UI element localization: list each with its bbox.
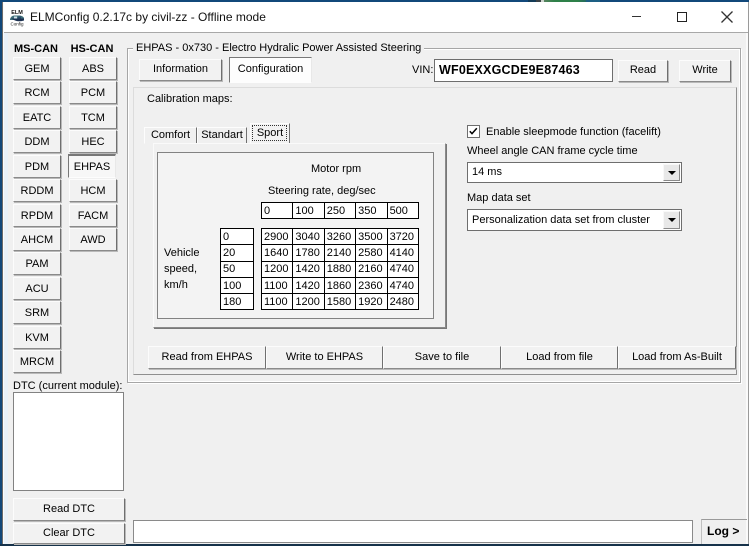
svg-text:ELM: ELM (11, 10, 23, 16)
svg-text:Config: Config (10, 22, 24, 27)
